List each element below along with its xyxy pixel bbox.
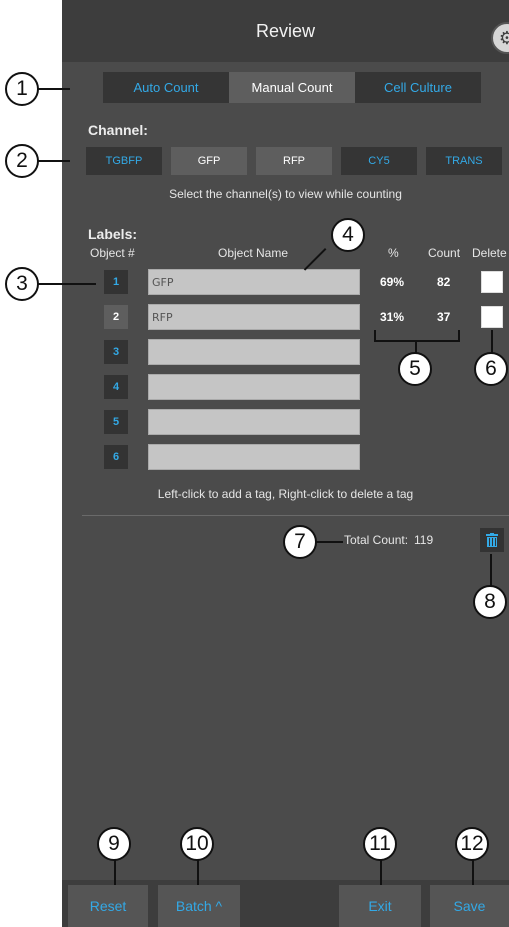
- delete-checkbox[interactable]: [481, 306, 503, 328]
- divider: [82, 515, 509, 516]
- callout-leader-line: [34, 160, 70, 162]
- labels-hint: Left-click to add a tag, Right-click to …: [157, 487, 414, 501]
- review-panel: Review ⚙ Auto Count Manual Count Cell Cu…: [62, 0, 509, 927]
- channel-cy5-button[interactable]: CY5: [341, 147, 417, 175]
- callout-6: 6: [474, 352, 508, 386]
- callout-leader-line: [315, 541, 343, 543]
- callout-2: 2: [5, 144, 39, 178]
- callout-leader-line: [34, 88, 70, 90]
- labels-title: Labels:: [88, 226, 138, 242]
- header-object-name: Object Name: [218, 246, 289, 260]
- label-row: 3: [62, 339, 509, 365]
- trash-icon[interactable]: [480, 528, 504, 552]
- callout-5: 5: [398, 352, 432, 386]
- object-name-input[interactable]: [148, 444, 360, 470]
- object-name-input[interactable]: [148, 339, 360, 365]
- object-number-button[interactable]: 1: [104, 270, 128, 294]
- tab-auto-count[interactable]: Auto Count: [103, 72, 229, 103]
- channel-trans-button[interactable]: TRANS: [426, 147, 502, 175]
- callout-10: 10: [180, 827, 214, 861]
- channel-title: Channel:: [88, 122, 148, 138]
- total-count-value: 119: [414, 533, 434, 547]
- label-row: 5: [62, 409, 509, 435]
- object-number-button[interactable]: 6: [104, 445, 128, 469]
- header-percent: %: [388, 246, 399, 260]
- page-title: Review: [255, 20, 316, 41]
- callout-7: 7: [283, 525, 317, 559]
- callout-leader-line: [491, 330, 493, 353]
- object-name-input[interactable]: [148, 374, 360, 400]
- percent-value: 31%: [380, 310, 405, 324]
- callout-9: 9: [97, 827, 131, 861]
- channel-rfp-button[interactable]: RFP: [256, 147, 332, 175]
- exit-button[interactable]: Exit: [339, 885, 421, 927]
- channel-buttons: TGBFP GFP RFP CY5 TRANS: [86, 147, 502, 175]
- label-row: 4: [62, 374, 509, 400]
- label-row: 2 RFP 31% 37: [62, 304, 509, 330]
- object-name-input[interactable]: RFP: [148, 304, 360, 330]
- header-object-num: Object #: [90, 246, 135, 260]
- label-row: 6: [62, 444, 509, 470]
- object-name-input[interactable]: [148, 409, 360, 435]
- save-button[interactable]: Save: [430, 885, 509, 927]
- callout-12: 12: [455, 827, 489, 861]
- object-number-button[interactable]: 4: [104, 375, 128, 399]
- callout-1: 1: [5, 72, 39, 106]
- header-delete: Delete: [472, 246, 507, 260]
- object-number-button[interactable]: 2: [104, 305, 128, 329]
- tab-manual-count[interactable]: Manual Count: [229, 72, 355, 103]
- channel-tgbfp-button[interactable]: TGBFP: [86, 147, 162, 175]
- object-name-input[interactable]: GFP: [148, 269, 360, 295]
- mode-tabs: Auto Count Manual Count Cell Culture: [103, 72, 481, 103]
- count-value: 82: [437, 275, 451, 289]
- callout-leader-line: [34, 283, 96, 285]
- channel-gfp-button[interactable]: GFP: [171, 147, 247, 175]
- percent-value: 69%: [380, 275, 405, 289]
- callout-8: 8: [473, 585, 507, 619]
- gear-icon[interactable]: ⚙: [491, 22, 509, 54]
- callout-4: 4: [331, 218, 365, 252]
- batch-button[interactable]: Batch ^: [158, 885, 240, 927]
- object-number-button[interactable]: 3: [104, 340, 128, 364]
- reset-button[interactable]: Reset: [68, 885, 148, 927]
- tab-cell-culture[interactable]: Cell Culture: [355, 72, 481, 103]
- delete-checkbox[interactable]: [481, 271, 503, 293]
- callout-leader-line: [490, 554, 492, 586]
- label-row: 1 GFP 69% 82: [62, 269, 509, 295]
- callout-bracket: [374, 340, 460, 342]
- count-value: 37: [437, 310, 451, 324]
- total-count-label: Total Count:: [344, 533, 409, 547]
- callout-bracket: [458, 330, 460, 342]
- callout-3: 3: [5, 267, 39, 301]
- channel-hint: Select the channel(s) to view while coun…: [169, 187, 402, 201]
- callout-11: 11: [363, 827, 397, 861]
- object-number-button[interactable]: 5: [104, 410, 128, 434]
- header-count: Count: [428, 246, 461, 260]
- header-bar: Review ⚙: [62, 0, 509, 62]
